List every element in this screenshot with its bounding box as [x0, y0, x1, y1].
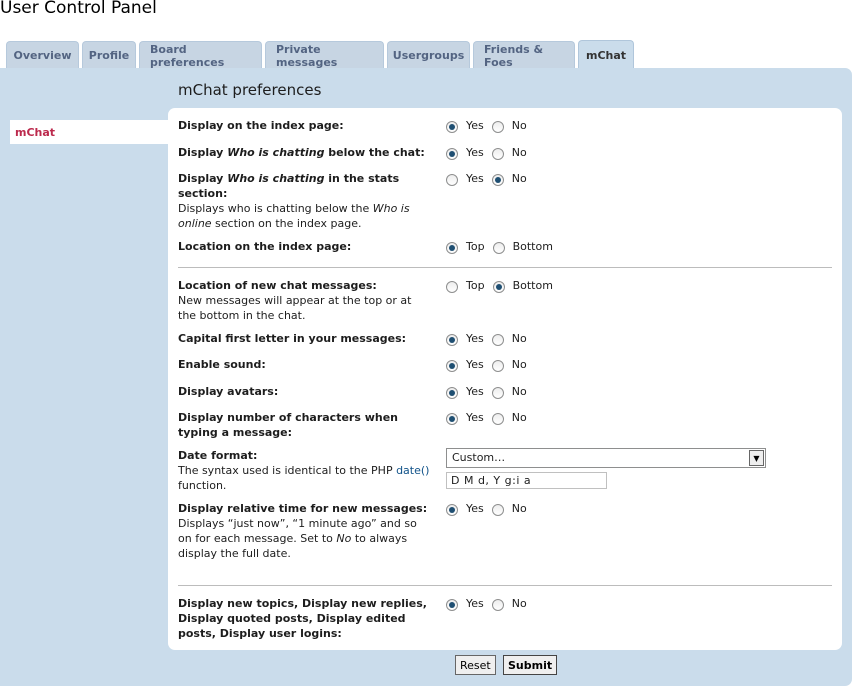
radio-top[interactable] [446, 241, 458, 254]
radio-no-label: No [511, 385, 527, 398]
tab-bar: Overview Profile Board preferences Priva… [6, 40, 634, 69]
submit-button[interactable]: Submit [503, 655, 558, 675]
pref-label: Display relative time for new messages: … [178, 502, 428, 560]
radio-bottom[interactable] [492, 241, 505, 254]
radio-no[interactable] [491, 333, 504, 346]
preferences-form: Display on the index page: Yes No Displa… [168, 108, 842, 650]
radio-yes-label: Yes [466, 597, 484, 610]
radio-no-label: No [511, 502, 527, 515]
pref-label: Enable sound: [178, 358, 266, 371]
sidebar-item-mchat[interactable]: mChat [10, 120, 168, 144]
pref-label: Display new topics, Display new replies,… [178, 597, 427, 640]
tab-private-messages[interactable]: Private messages [265, 41, 384, 69]
radio-yes[interactable] [446, 359, 458, 372]
date-format-input[interactable]: D M d, Y g:i a [446, 472, 607, 489]
tab-board-preferences[interactable]: Board preferences [139, 41, 262, 69]
radio-yes-label: Yes [466, 385, 484, 398]
pref-description: Displays who is chatting below the Who i… [178, 202, 410, 230]
tab-overview[interactable]: Overview [6, 41, 79, 69]
date-format-select-value: Custom… [452, 451, 506, 464]
php-date-link[interactable]: date() [396, 464, 429, 477]
radio-no-label: No [511, 597, 527, 610]
radio-top-label: Top [466, 279, 485, 292]
radio-no[interactable] [491, 503, 504, 516]
radio-bottom-label: Bottom [512, 279, 553, 292]
radio-yes-label: Yes [466, 332, 484, 345]
radio-bottom[interactable] [492, 280, 505, 293]
pref-label: Display Who is chatting below the chat: [178, 146, 425, 159]
pref-description: The syntax used is identical to the PHP … [178, 464, 430, 492]
radio-yes-label: Yes [466, 411, 484, 424]
radio-yes-label: Yes [466, 146, 484, 159]
pref-label: Location on the index page: [178, 240, 352, 253]
pref-label: Date format: The syntax used is identica… [178, 449, 430, 492]
tab-profile[interactable]: Profile [82, 41, 136, 69]
radio-no-label: No [511, 411, 527, 424]
radio-no[interactable] [491, 386, 504, 399]
radio-no-label: No [511, 332, 527, 345]
radio-no[interactable] [491, 173, 504, 186]
radio-top-label: Top [466, 240, 485, 253]
tab-mchat[interactable]: mChat [578, 40, 634, 69]
radio-no[interactable] [491, 359, 504, 372]
pref-label: Capital first letter in your messages: [178, 332, 407, 345]
radio-no[interactable] [491, 598, 504, 611]
radio-no-label: No [511, 172, 527, 185]
radio-yes[interactable] [446, 503, 458, 516]
reset-button[interactable]: Reset [455, 655, 496, 675]
divider [178, 585, 832, 586]
radio-yes[interactable] [446, 147, 458, 160]
radio-no-label: No [511, 358, 527, 371]
chevron-down-icon[interactable]: ▼ [749, 450, 764, 466]
radio-yes[interactable] [446, 598, 458, 611]
radio-yes-label: Yes [466, 119, 484, 132]
radio-no[interactable] [491, 412, 504, 425]
radio-yes-label: Yes [466, 172, 484, 185]
divider [178, 267, 832, 268]
radio-no-label: No [511, 146, 527, 159]
pref-label: Display Who is chatting in the stats sec… [178, 172, 410, 230]
radio-yes-label: Yes [466, 358, 484, 371]
tab-usergroups[interactable]: Usergroups [387, 41, 470, 69]
pref-description: Displays “just now”, “1 minute ago” and … [178, 517, 417, 560]
pref-label: Location of new chat messages: New messa… [178, 279, 412, 322]
radio-no-label: No [511, 119, 527, 132]
radio-yes[interactable] [446, 333, 458, 346]
radio-yes[interactable] [446, 412, 458, 425]
section-title: mChat preferences [178, 81, 322, 99]
radio-yes[interactable] [446, 120, 458, 133]
radio-top[interactable] [446, 280, 458, 293]
radio-yes[interactable] [446, 386, 458, 399]
pref-label: Display avatars: [178, 385, 279, 398]
radio-no[interactable] [491, 120, 504, 133]
radio-yes-label: Yes [466, 502, 484, 515]
radio-yes[interactable] [446, 173, 458, 186]
pref-label: Display number of characters when typing… [178, 411, 399, 439]
page-title: User Control Panel [0, 0, 157, 18]
panel: mChat mChat preferences Display on the i… [0, 68, 852, 686]
pref-description: New messages will appear at the top or a… [178, 294, 412, 322]
tab-friends-foes[interactable]: Friends & Foes [473, 41, 575, 69]
radio-no[interactable] [491, 147, 504, 160]
radio-bottom-label: Bottom [512, 240, 553, 253]
date-format-select[interactable]: Custom… ▼ [446, 448, 766, 468]
pref-label: Display on the index page: [178, 119, 344, 132]
